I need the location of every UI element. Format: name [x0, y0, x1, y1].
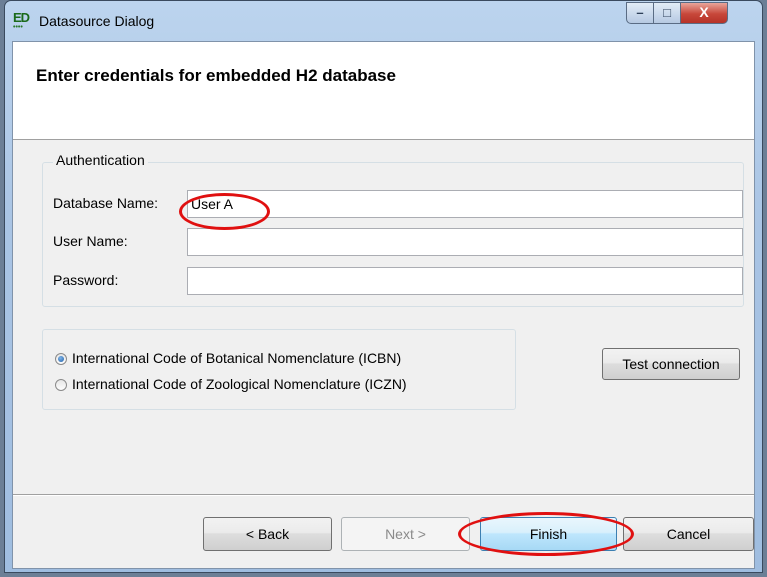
- minimize-icon: –: [636, 5, 644, 20]
- page-title: Enter credentials for embedded H2 databa…: [36, 66, 396, 85]
- database-name-label: Database Name:: [53, 195, 159, 211]
- header-banner: Enter credentials for embedded H2 databa…: [13, 42, 754, 140]
- minimize-button[interactable]: –: [626, 2, 654, 24]
- nomenclature-option-label: International Code of Zoological Nomencl…: [72, 376, 407, 392]
- nomenclature-option-label: International Code of Botanical Nomencla…: [72, 350, 402, 366]
- nomenclature-option-icbn[interactable]: International Code of Botanical Nomencla…: [55, 350, 401, 366]
- nomenclature-option-iczn[interactable]: International Code of Zoological Nomencl…: [55, 376, 407, 392]
- radio-selected-icon[interactable]: [55, 353, 67, 365]
- title-bar[interactable]: ED •••• Datasource Dialog – □ X: [5, 1, 762, 41]
- password-label: Password:: [53, 272, 119, 288]
- test-connection-button[interactable]: Test connection: [602, 348, 740, 380]
- datasource-dialog-window: ED •••• Datasource Dialog – □ X Enter cre…: [4, 0, 763, 573]
- dialog-client-area: Enter credentials for embedded H2 databa…: [12, 41, 755, 569]
- database-name-input[interactable]: User A: [187, 190, 743, 218]
- maximize-button[interactable]: □: [653, 2, 681, 24]
- radio-unselected-icon[interactable]: [55, 379, 67, 391]
- finish-button[interactable]: Finish: [480, 517, 617, 551]
- nomenclature-group: International Code of Botanical Nomencla…: [42, 329, 516, 410]
- authentication-legend: Authentication: [53, 152, 148, 168]
- user-name-input[interactable]: [187, 228, 743, 256]
- cancel-button[interactable]: Cancel: [623, 517, 754, 551]
- password-input[interactable]: [187, 267, 743, 295]
- app-icon: ED ••••: [13, 10, 30, 32]
- close-button[interactable]: X: [680, 2, 728, 24]
- maximize-icon: □: [663, 5, 671, 20]
- user-name-label: User Name:: [53, 233, 128, 249]
- button-bar-separator: [13, 494, 754, 496]
- back-button[interactable]: < Back: [203, 517, 332, 551]
- authentication-group: Authentication Database Name: User A Use…: [42, 152, 744, 307]
- close-icon: X: [699, 4, 709, 20]
- next-button[interactable]: Next >: [341, 517, 470, 551]
- window-title: Datasource Dialog: [39, 13, 155, 29]
